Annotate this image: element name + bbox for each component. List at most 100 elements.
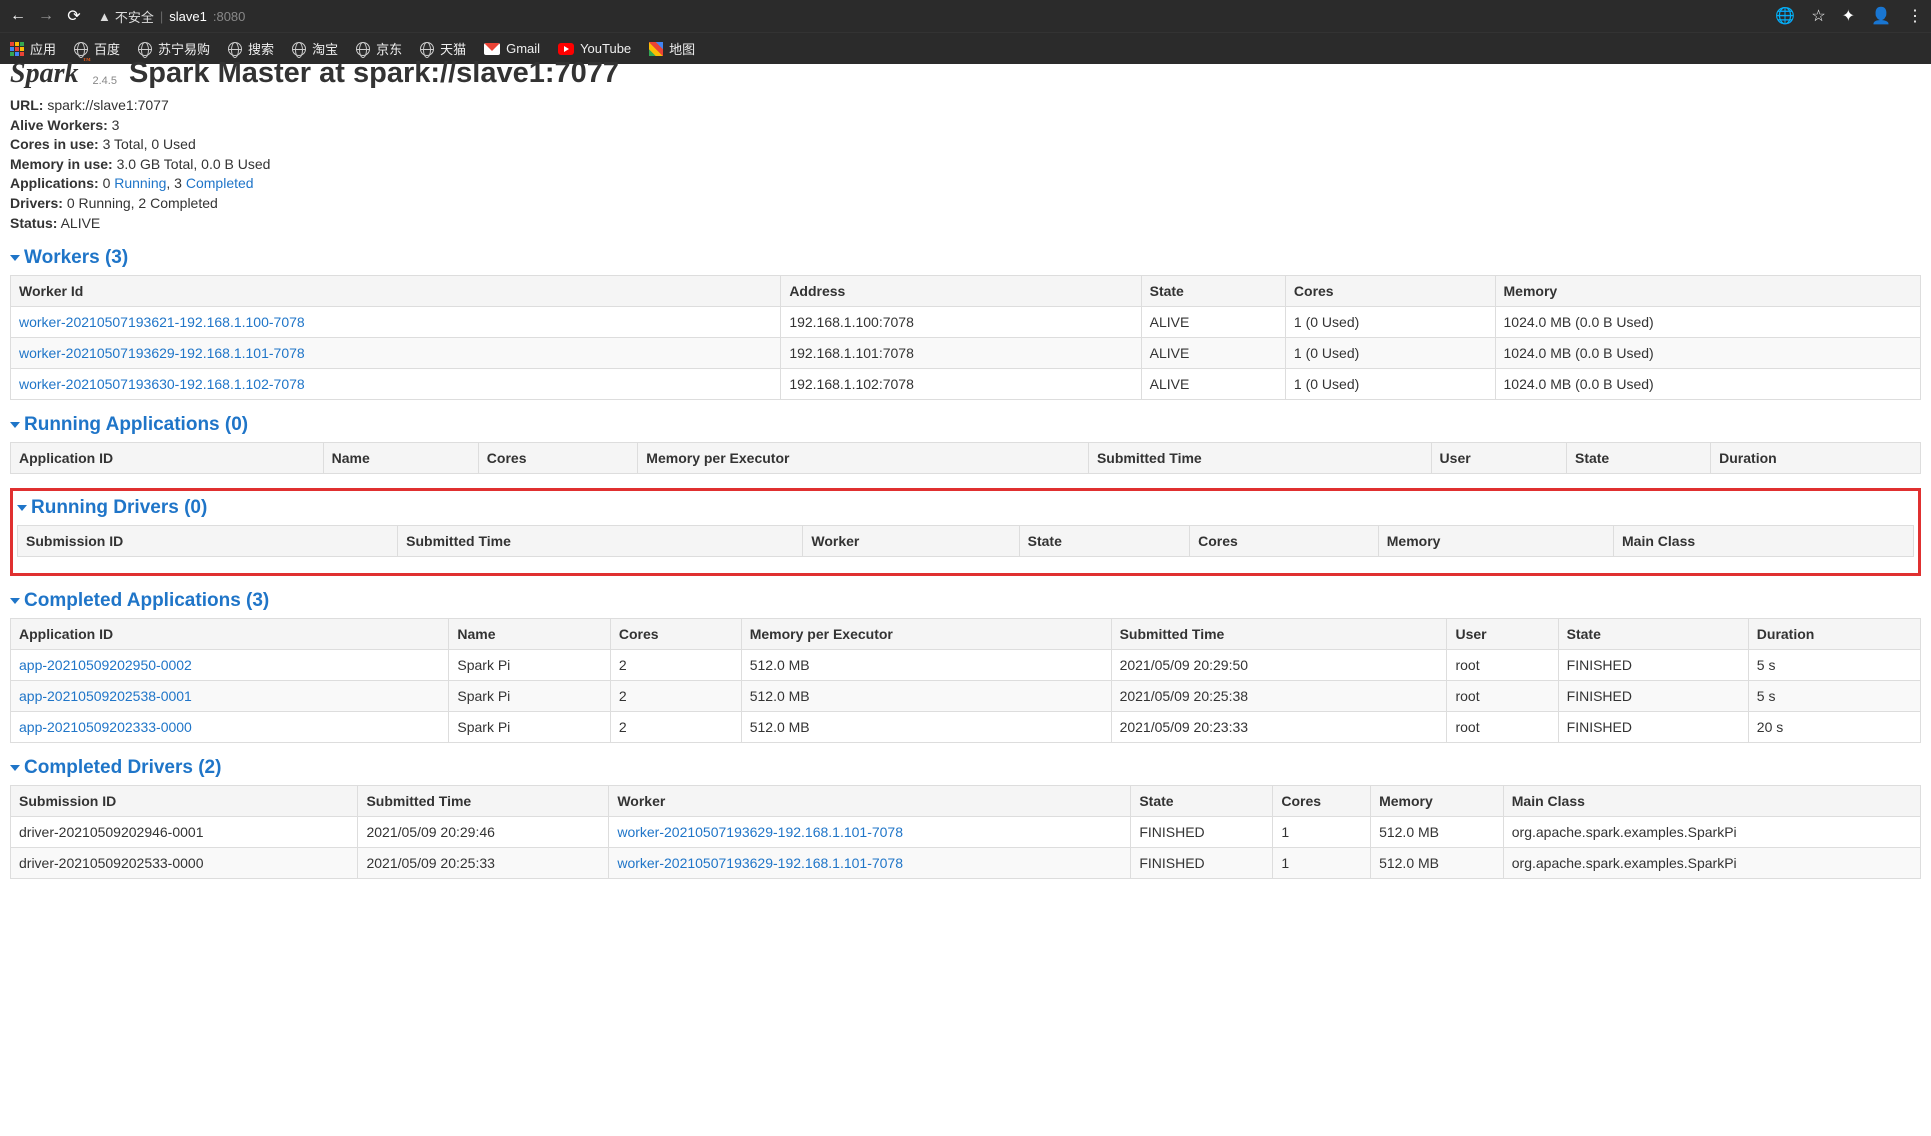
info-memory-label: Memory in use: [10, 156, 113, 172]
col-address[interactable]: Address [781, 276, 1141, 307]
col-state[interactable]: State [1141, 276, 1285, 307]
col-state[interactable]: State [1558, 619, 1748, 650]
col-subtime[interactable]: Submitted Time [398, 526, 803, 557]
cell-submitted: 2021/05/09 20:29:50 [1111, 650, 1447, 681]
col-memory[interactable]: Memory [1495, 276, 1921, 307]
cell-cores: 1 [1273, 817, 1371, 848]
col-mem[interactable]: Memory [1371, 786, 1504, 817]
completed-apps-section: Completed Applications (3) Application I… [10, 590, 1921, 743]
col-subid[interactable]: Submission ID [11, 786, 358, 817]
spark-logo: Spark 2.4.5 [10, 58, 117, 90]
workers-heading[interactable]: Workers (3) [10, 247, 1921, 269]
cell-user: root [1447, 681, 1558, 712]
running-apps-link[interactable]: Running [114, 175, 166, 191]
col-cores[interactable]: Cores [1190, 526, 1379, 557]
apps-icon [10, 42, 24, 56]
bookmark-tmall[interactable]: 天猫 [420, 39, 466, 58]
bookmark-suning[interactable]: 苏宁易购 [138, 39, 210, 58]
cell-address: 192.168.1.102:7078 [781, 369, 1141, 400]
spark-version: 2.4.5 [92, 75, 116, 87]
profile-icon[interactable]: 👤 [1871, 6, 1891, 26]
bookmark-youtube[interactable]: YouTube [558, 41, 631, 56]
worker-link[interactable]: worker-20210507193630-192.168.1.102-7078 [19, 376, 305, 392]
cell-cores: 1 (0 Used) [1285, 369, 1495, 400]
worker-link[interactable]: worker-20210507193629-192.168.1.101-7078 [617, 824, 903, 840]
bookmark-taobao[interactable]: 淘宝 [292, 39, 338, 58]
col-name[interactable]: Name [449, 619, 610, 650]
col-mem[interactable]: Memory per Executor [741, 619, 1111, 650]
cell-state: FINISHED [1558, 712, 1748, 743]
col-cores[interactable]: Cores [1273, 786, 1371, 817]
globe-icon [228, 42, 242, 56]
bookmark-map[interactable]: 地图 [649, 39, 695, 58]
running-apps-heading[interactable]: Running Applications (0) [10, 414, 1921, 436]
col-dur[interactable]: Duration [1748, 619, 1920, 650]
completed-apps-link[interactable]: Completed [186, 175, 254, 191]
back-button[interactable]: ← [8, 7, 28, 25]
translate-icon[interactable]: 🌐 [1775, 6, 1795, 26]
table-row: worker-20210507193630-192.168.1.102-7078… [11, 369, 1921, 400]
completed-drivers-heading[interactable]: Completed Drivers (2) [10, 757, 1921, 779]
cell-duration: 20 s [1748, 712, 1920, 743]
info-url-label: URL: [10, 97, 43, 113]
info-apps-sep: , 3 [166, 175, 185, 191]
info-memory-value: 3.0 GB Total, 0.0 B Used [117, 156, 271, 172]
col-mem[interactable]: Memory per Executor [638, 443, 1089, 474]
col-name[interactable]: Name [323, 443, 478, 474]
col-cores[interactable]: Cores [478, 443, 638, 474]
col-mem[interactable]: Memory [1378, 526, 1613, 557]
globe-icon [138, 42, 152, 56]
bookmark-baidu[interactable]: 百度 [74, 39, 120, 58]
col-state[interactable]: State [1019, 526, 1190, 557]
info-apps-running-count: 0 [103, 175, 111, 191]
security-indicator[interactable]: ▲ 不安全 [98, 7, 154, 26]
col-main[interactable]: Main Class [1614, 526, 1914, 557]
star-icon[interactable]: ☆ [1811, 6, 1825, 26]
col-sub[interactable]: Submitted Time [1111, 619, 1447, 650]
reload-button[interactable]: ⟳ [64, 6, 84, 26]
map-icon [649, 42, 663, 56]
col-user[interactable]: User [1447, 619, 1558, 650]
worker-link[interactable]: worker-20210507193629-192.168.1.101-7078 [19, 345, 305, 361]
col-dur[interactable]: Duration [1711, 443, 1921, 474]
completed-apps-heading[interactable]: Completed Applications (3) [10, 590, 1921, 612]
col-cores[interactable]: Cores [610, 619, 741, 650]
col-subtime[interactable]: Submitted Time [358, 786, 609, 817]
running-drivers-heading[interactable]: Running Drivers (0) [17, 497, 1914, 519]
col-subid[interactable]: Submission ID [18, 526, 398, 557]
bookmark-jd[interactable]: 京东 [356, 39, 402, 58]
col-state[interactable]: State [1566, 443, 1710, 474]
security-label: 不安全 [115, 7, 154, 26]
app-link[interactable]: app-20210509202950-0002 [19, 657, 192, 673]
app-link[interactable]: app-20210509202333-0000 [19, 719, 192, 735]
globe-icon [292, 42, 306, 56]
cell-state: FINISHED [1131, 817, 1273, 848]
col-worker[interactable]: Worker [609, 786, 1131, 817]
col-worker-id[interactable]: Worker Id [11, 276, 781, 307]
worker-link[interactable]: worker-20210507193621-192.168.1.100-7078 [19, 314, 305, 330]
gmail-icon [484, 43, 500, 55]
bookmark-gmail[interactable]: Gmail [484, 41, 540, 56]
table-row: app-20210509202950-0002Spark Pi2512.0 MB… [11, 650, 1921, 681]
app-link[interactable]: app-20210509202538-0001 [19, 688, 192, 704]
menu-icon[interactable]: ⋮ [1907, 6, 1923, 26]
completed-drivers-table: Submission ID Submitted Time Worker Stat… [10, 785, 1921, 879]
info-drivers-label: Drivers: [10, 195, 63, 211]
bookmark-apps[interactable]: 应用 [10, 39, 56, 58]
col-cores[interactable]: Cores [1285, 276, 1495, 307]
col-main[interactable]: Main Class [1503, 786, 1920, 817]
col-sub[interactable]: Submitted Time [1088, 443, 1431, 474]
col-appid[interactable]: Application ID [11, 619, 449, 650]
forward-button[interactable]: → [36, 7, 56, 25]
cell-main: org.apache.spark.examples.SparkPi [1503, 848, 1920, 879]
col-appid[interactable]: Application ID [11, 443, 324, 474]
col-user[interactable]: User [1431, 443, 1566, 474]
info-cores-label: Cores in use: [10, 136, 99, 152]
col-state[interactable]: State [1131, 786, 1273, 817]
extensions-icon[interactable]: ✦ [1842, 6, 1855, 26]
col-worker[interactable]: Worker [803, 526, 1019, 557]
bookmark-search[interactable]: 搜索 [228, 39, 274, 58]
address-bar[interactable]: ▲ 不安全 | slave1:8080 [98, 7, 245, 26]
worker-link[interactable]: worker-20210507193629-192.168.1.101-7078 [617, 855, 903, 871]
caret-down-icon [17, 505, 27, 511]
